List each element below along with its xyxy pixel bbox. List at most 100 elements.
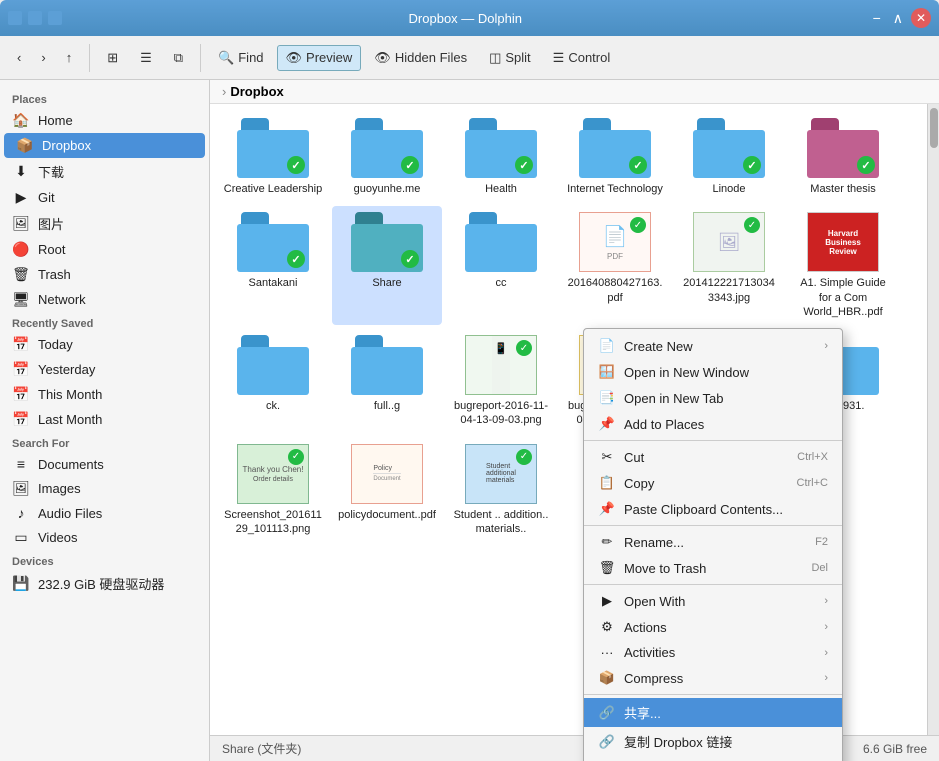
sidebar-item-root[interactable]: 🔴 Root [0,237,209,262]
sidebar-item-images[interactable]: 🖼 Images [0,476,209,501]
folder-icon: ✓ [237,118,309,178]
file-name: full..g [374,399,400,413]
videos-icon: ▭ [12,529,30,546]
file-name: policydocument..pdf [338,508,436,522]
wm-icon-2 [28,11,42,25]
wm-maximize-button[interactable]: ∧ [889,8,907,29]
split-button[interactable]: ◫ Split [480,45,540,71]
list-item[interactable]: ✓ Share [332,206,442,325]
folder-icon: ✓ [351,118,423,178]
hidden-files-icon: 👁 [374,50,391,66]
icons-view-button[interactable]: ⊞ [98,45,127,71]
sidebar-label-network: Network [38,292,86,307]
cm-item-actions[interactable]: ⚙ Actions › [584,614,842,640]
hidden-files-button[interactable]: 👁 Hidden Files [365,45,476,71]
file-name: Santakani [249,276,298,290]
sidebar-label-home: Home [38,113,73,128]
sidebar-item-dropbox[interactable]: 📦 Dropbox [4,133,205,158]
up-button[interactable]: ↑ [57,45,82,70]
list-item[interactable]: ✓ Linode [674,112,784,202]
list-item[interactable]: Policy Document policydocument..pdf [332,438,442,543]
wm-close-button[interactable]: ✕ [911,8,931,28]
list-item[interactable]: ✓ Santakani [218,206,328,325]
recently-saved-title: Recently Saved [0,312,209,332]
folder-icon [351,335,423,395]
list-item[interactable]: ✓ Thank you Chen! Order details Screensh… [218,438,328,543]
cm-item-paste[interactable]: 📌 Paste Clipboard Contents... [584,496,842,522]
sidebar-item-videos[interactable]: ▭ Videos [0,525,209,550]
sidebar-item-pictures[interactable]: 🖼 图片 [0,210,209,237]
content-area: › Dropbox ✓ Creative Leadership [210,80,939,761]
find-button[interactable]: 🔍 Find [209,45,272,71]
sidebar-item-git[interactable]: ▶ Git [0,185,209,210]
cm-item-move-trash[interactable]: 🗑 Move to Trash Del [584,555,842,581]
file-thumbnail: ✓ 📱 [465,335,537,395]
sidebar-item-this-month[interactable]: 📅 This Month [0,382,209,407]
sidebar-item-network[interactable]: 🖥 Network [0,287,209,312]
cm-item-open-with[interactable]: ▶ Open With › [584,588,842,614]
back-button[interactable]: ‹ [8,45,30,70]
list-item[interactable]: ✓ Master thesis [788,112,898,202]
list-item[interactable]: ✓ Health [446,112,556,202]
list-item[interactable]: ✓ guoyunhe.me [332,112,442,202]
cm-item-cut[interactable]: ✂ Cut Ctrl+X [584,444,842,470]
sidebar-item-yesterday[interactable]: 📅 Yesterday [0,357,209,382]
list-item[interactable]: full..g [332,329,442,434]
devices-title: Devices [0,550,209,570]
breadcrumb: › Dropbox [210,80,939,104]
sidebar-label-documents: Documents [38,457,104,472]
cm-copy-link-icon: 🔗 [598,734,616,750]
cm-item-rename[interactable]: ✏ Rename... F2 [584,529,842,555]
cm-move-trash-icon: 🗑 [598,560,616,576]
list-item[interactable]: ✓ 📄 PDF 201640880427163.pdf [560,206,670,325]
sidebar-item-audio[interactable]: ♪ Audio Files [0,501,209,525]
list-view-icon: ☰ [140,50,152,66]
cm-item-open-new-tab[interactable]: 📑 Open in New Tab [584,385,842,411]
list-item[interactable]: ✓ Creative Leadership [218,112,328,202]
list-item[interactable]: cc [446,206,556,325]
list-item[interactable]: ✓ Internet Technology [560,112,670,202]
list-item[interactable]: ck. [218,329,328,434]
split-icon: ◫ [489,50,501,66]
cm-item-view-on-dropbox[interactable]: 🌐 在 Dropbox.com 上查看 [584,756,842,761]
forward-button[interactable]: › [32,45,54,70]
wm-minimize-button[interactable]: − [869,8,885,29]
cm-item-copy-dropbox-link[interactable]: 🔗 复制 Dropbox 链接 [584,727,842,756]
preview-button[interactable]: 👁 Preview [277,45,362,71]
list-item[interactable]: ✓ 🖼 201412221713034 3343.jpg [674,206,784,325]
list-item[interactable]: ✓ 📱 bugreport-2016-11-04-13-09-03.png [446,329,556,434]
wm-icon-3 [48,11,62,25]
cm-item-create-new[interactable]: 📄 Create New › [584,333,842,359]
sidebar-item-documents[interactable]: ≡ Documents [0,452,209,476]
control-icon: ☰ [553,50,565,66]
check-badge: ✓ [401,156,419,174]
pictures-icon: 🖼 [12,215,30,232]
cm-item-add-to-places[interactable]: 📌 Add to Places [584,411,842,437]
cm-item-compress[interactable]: 📦 Compress › [584,665,842,691]
sidebar-item-today[interactable]: 📅 Today [0,332,209,357]
control-button[interactable]: ☰ Control [544,45,620,71]
cm-activities-icon: ··· [598,645,616,660]
sidebar-label-trash: Trash [38,267,71,282]
split-view-button[interactable]: ⧉ [165,45,192,71]
list-item[interactable]: ✓ Student additional materials Student .… [446,438,556,543]
sidebar-item-downloads[interactable]: ⬇ 下载 [0,158,209,185]
cm-sep-2 [584,525,842,526]
cm-item-activities[interactable]: ··· Activities › [584,640,842,665]
git-icon: ▶ [12,189,30,206]
sidebar-item-trash[interactable]: 🗑 Trash [0,262,209,287]
list-view-button[interactable]: ☰ [131,45,161,71]
list-item[interactable]: Harvard Business Review A1. Simple Guide… [788,206,898,325]
content-scrollbar[interactable] [927,104,939,735]
sidebar-label-pictures: 图片 [38,214,64,233]
scrollbar-thumb[interactable] [930,108,938,148]
sidebar: Places 🏠 Home 📦 Dropbox ⬇ 下载 ▶ Git 🖼 图片 … [0,80,210,761]
folder-icon: ✓ [237,212,309,272]
sidebar-item-home[interactable]: 🏠 Home [0,108,209,133]
sidebar-item-hdd[interactable]: 💾 232.9 GiB 硬盘驱动器 [0,570,209,597]
cm-item-open-new-window[interactable]: 🪟 Open in New Window [584,359,842,385]
sidebar-item-last-month[interactable]: 📅 Last Month [0,407,209,432]
cm-item-copy[interactable]: 📋 Copy Ctrl+C [584,470,842,496]
nav-buttons: ‹ › ↑ [8,45,81,70]
cm-item-share[interactable]: 🔗 共享... ✓ [584,698,842,727]
